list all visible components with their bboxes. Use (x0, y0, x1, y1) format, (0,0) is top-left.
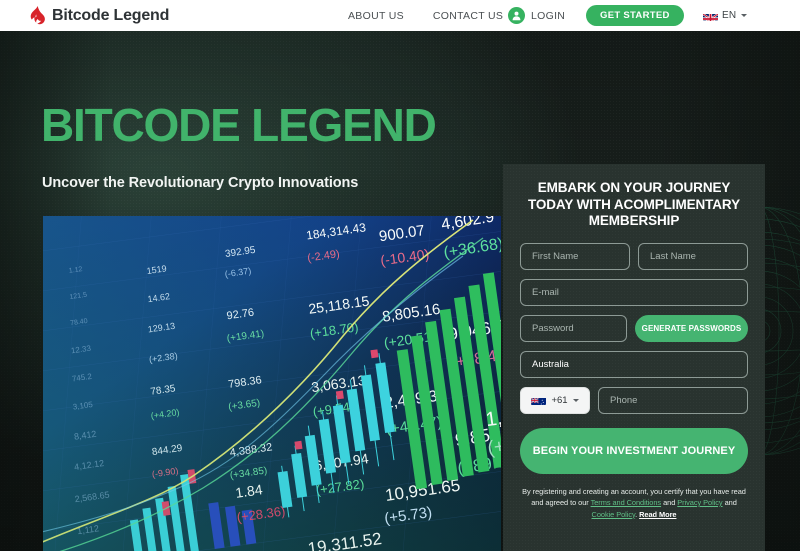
email-input[interactable] (520, 278, 748, 306)
phone-row: +61 (520, 386, 748, 414)
nav-contact-us[interactable]: CONTACT US (433, 10, 503, 22)
page-title: BITCODE LEGEND (41, 99, 437, 151)
read-more-link[interactable]: Read More (639, 510, 676, 519)
crypto-trading-board-image: 1.12 121.5 78.40 12.33 745.2 3,105 8,412… (43, 216, 501, 551)
hero-section: BITCODE LEGEND Uncover the Revolutionary… (0, 31, 800, 551)
chevron-down-icon (741, 14, 748, 17)
language-selector[interactable]: EN (703, 0, 748, 31)
signup-panel: EMBARK ON YOUR JOURNEY TODAY WITH ACOMPL… (503, 164, 765, 551)
site-header: Bitcode Legend ABOUT US CONTACT US LOGIN… (0, 0, 800, 31)
page-subtitle: Uncover the Revolutionary Crypto Innovat… (42, 175, 359, 191)
last-name-input[interactable] (638, 242, 748, 270)
user-circle-icon (508, 7, 525, 24)
email-row (520, 278, 748, 306)
bitcode-flame-logo-icon (30, 6, 45, 25)
language-label: EN (722, 10, 737, 21)
terms-and-conditions-link[interactable]: Terms and Conditions (591, 498, 662, 507)
login-label: LOGIN (531, 9, 566, 22)
cookie-policy-link[interactable]: Cookie Policy (592, 510, 636, 519)
login-button[interactable]: LOGIN (508, 0, 565, 31)
phone-input[interactable] (598, 386, 748, 414)
get-started-button[interactable]: GET STARTED (586, 5, 684, 26)
generate-passwords-button[interactable]: GENERATE PASSWORDS (635, 314, 748, 342)
legal-text-part2: and (661, 498, 678, 507)
country-code-label: +61 (551, 394, 568, 406)
begin-investment-journey-button[interactable]: BEGIN YOUR INVESTMENT JOURNEY (520, 427, 748, 474)
chevron-down-icon (572, 398, 579, 402)
nav-about-us[interactable]: ABOUT US (348, 10, 404, 22)
password-row: GENERATE PASSWORDS (520, 314, 748, 342)
legal-text-part3: and (722, 498, 737, 507)
landing-page: Bitcode Legend ABOUT US CONTACT US LOGIN… (0, 0, 800, 551)
australia-flag-icon (531, 395, 547, 405)
site-logo[interactable]: Bitcode Legend (30, 0, 169, 31)
country-row (520, 350, 748, 378)
privacy-policy-link[interactable]: Privacy Policy (677, 498, 722, 507)
signup-title: EMBARK ON YOUR JOURNEY TODAY WITH ACOMPL… (527, 180, 740, 228)
country-input[interactable] (520, 350, 748, 378)
legal-disclaimer: By registering and creating an account, … (520, 486, 748, 521)
site-logo-text: Bitcode Legend (52, 6, 170, 24)
country-code-selector[interactable]: +61 (520, 386, 590, 414)
first-name-input[interactable] (520, 242, 630, 270)
password-input[interactable] (520, 314, 627, 342)
uk-flag-icon (703, 11, 718, 21)
main-navigation: ABOUT US CONTACT US (348, 0, 503, 31)
name-row (520, 242, 748, 270)
